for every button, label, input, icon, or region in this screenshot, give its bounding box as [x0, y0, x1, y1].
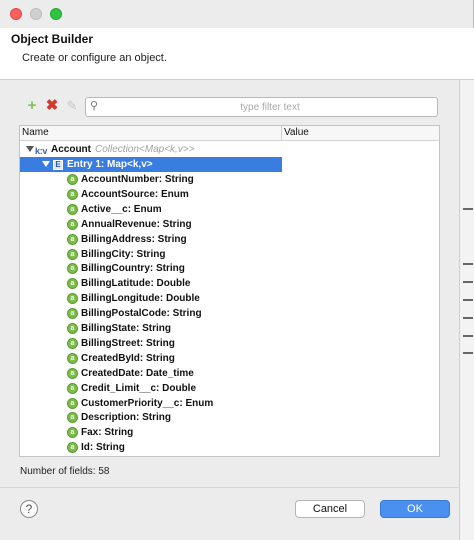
field-label: CreatedById: String — [81, 352, 175, 364]
field-label: Active__c: Enum — [81, 203, 162, 215]
attribute-icon: a — [67, 218, 78, 230]
search-icon: ⚲ — [90, 100, 99, 112]
tree-row-field[interactable]: a CreatedById: String — [20, 351, 439, 366]
field-count: Number of fields: 58 — [20, 466, 110, 477]
tree-row-field[interactable]: a BillingPostalCode: String — [20, 306, 439, 321]
tree-row-field[interactable]: a BillingCity: String — [20, 247, 439, 262]
tree-row-field[interactable]: a CustomerPriority__c: Enum — [20, 396, 439, 411]
field-label: CustomerPriority__c: Enum — [81, 397, 214, 409]
tree-column-header: Name Value — [20, 126, 439, 141]
column-name-header[interactable]: Name — [22, 127, 49, 138]
field-label: BillingLongitude: Double — [81, 293, 200, 305]
field-label: Credit_Limit__c: Double — [81, 382, 197, 394]
tree-row-field[interactable]: aIndustry: Enum — [20, 455, 439, 456]
attribute-icon: a — [67, 337, 78, 349]
edge-mark — [463, 352, 473, 354]
attribute-icon: a — [67, 188, 78, 200]
field-label: Industry: Enum — [81, 455, 154, 456]
dialog-header: Object Builder Create or configure an ob… — [0, 28, 474, 80]
attribute-icon: a — [67, 278, 78, 290]
tree-row-account[interactable]: k:v Account Collection<Map<k,v>> — [20, 142, 439, 157]
edge-mark — [463, 299, 473, 301]
cancel-button[interactable]: Cancel — [295, 500, 365, 518]
edge-mark — [463, 281, 473, 283]
object-tree[interactable]: Name Value k:v Account Collection<Map<k,… — [19, 125, 440, 457]
close-window-button[interactable] — [10, 8, 22, 20]
field-label: Description: String — [81, 412, 172, 424]
field-label: BillingAddress: String — [81, 233, 187, 245]
background-window-edge — [459, 80, 474, 540]
field-label: Id: String — [81, 442, 125, 454]
column-divider[interactable] — [281, 126, 282, 141]
tree-row-field[interactable]: a BillingAddress: String — [20, 232, 439, 247]
entry-label: Entry 1: Map<k,v> — [67, 159, 153, 170]
attribute-icon: a — [67, 323, 78, 334]
edge-mark — [463, 317, 473, 319]
object-builder-dialog: Object Builder Create or configure an ob… — [0, 0, 474, 540]
attribute-icon: a — [67, 382, 78, 394]
attribute-icon: a — [67, 263, 78, 275]
tree-row-entry[interactable]: E Entry 1: Map<k,v> — [20, 157, 282, 172]
field-label: AccountSource: Enum — [81, 188, 189, 200]
tree-row-field[interactable]: a BillingState: String — [20, 321, 439, 336]
help-icon[interactable]: ? — [20, 500, 38, 518]
pencil-icon[interactable]: ✎ — [64, 98, 80, 114]
ok-button[interactable]: OK — [380, 500, 450, 518]
field-label: BillingPostalCode: String — [81, 308, 202, 320]
attribute-icon: a — [67, 233, 78, 245]
edge-mark — [463, 208, 473, 210]
tree-row-field[interactable]: a BillingStreet: String — [20, 336, 439, 351]
footer-divider — [0, 487, 459, 488]
tree-row-field[interactable]: a BillingLongitude: Double — [20, 291, 439, 306]
attribute-icon: a — [67, 412, 78, 424]
field-label: BillingLatitude: Double — [81, 278, 191, 290]
tree-row-field[interactable]: a Credit_Limit__c: Double — [20, 381, 439, 396]
field-label: BillingStreet: String — [81, 337, 175, 349]
root-node-name: Account — [51, 144, 91, 155]
attribute-icon: a — [67, 293, 78, 305]
root-node-type: Collection<Map<k,v>> — [95, 144, 195, 155]
attribute-icon: a — [67, 308, 78, 320]
entry-icon: E — [53, 160, 63, 170]
expand-toggle-icon[interactable] — [26, 146, 34, 152]
dialog-subtitle: Create or configure an object. — [22, 52, 167, 64]
attribute-icon: a — [67, 174, 78, 185]
title-bar — [0, 0, 473, 28]
field-label: AnnualRevenue: String — [81, 218, 192, 230]
tree-row-field[interactable]: a Active__c: Enum — [20, 202, 439, 217]
tree-row-field[interactable]: a BillingLatitude: Double — [20, 276, 439, 291]
search-input[interactable] — [106, 99, 434, 115]
attribute-icon: a — [67, 442, 78, 454]
attribute-icon: a — [67, 367, 78, 379]
filter-field[interactable]: ⚲ — [85, 97, 438, 117]
field-label: BillingCountry: String — [81, 263, 185, 275]
tree-row-field[interactable]: a AccountSource: Enum — [20, 187, 439, 202]
tree-row-field[interactable]: a Fax: String — [20, 425, 439, 440]
attribute-icon: a — [67, 352, 78, 364]
dialog-title: Object Builder — [11, 32, 94, 46]
field-label: CreatedDate: Date_time — [81, 367, 194, 379]
attribute-icon: a — [67, 248, 78, 260]
field-label: BillingState: String — [81, 323, 171, 334]
minimize-window-button[interactable] — [30, 8, 42, 20]
field-label: Fax: String — [81, 427, 134, 439]
column-value-header[interactable]: Value — [284, 127, 309, 138]
tree-row-field[interactable]: a AnnualRevenue: String — [20, 217, 439, 232]
plus-icon[interactable]: + — [24, 98, 40, 114]
tree-row-field[interactable]: a Description: String — [20, 410, 439, 425]
tree-row-field[interactable]: a AccountNumber: String — [20, 172, 439, 187]
expand-toggle-icon[interactable] — [42, 161, 50, 167]
tree-row-field[interactable]: a Id: String — [20, 440, 439, 455]
attribute-icon: a — [67, 427, 78, 439]
edge-mark — [463, 263, 473, 265]
maximize-window-button[interactable] — [50, 8, 62, 20]
attribute-icon: a — [67, 203, 78, 215]
tree-row-field[interactable]: a BillingCountry: String — [20, 261, 439, 276]
attribute-icon: a — [67, 397, 78, 409]
field-label: BillingCity: String — [81, 248, 166, 260]
field-label: AccountNumber: String — [81, 174, 194, 185]
tree-row-field[interactable]: a CreatedDate: Date_time — [20, 366, 439, 381]
edge-mark — [463, 335, 473, 337]
x-icon[interactable]: ✖ — [44, 98, 60, 114]
